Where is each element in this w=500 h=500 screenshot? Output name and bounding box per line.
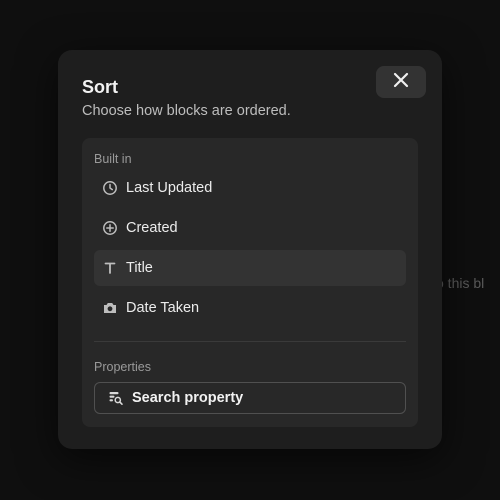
plus-circle-icon <box>102 220 118 236</box>
search-property-button[interactable]: Search property <box>94 382 406 414</box>
sort-option-created[interactable]: Created <box>94 210 406 246</box>
dialog-subtitle: Choose how blocks are ordered. <box>82 103 291 119</box>
camera-icon <box>102 300 118 316</box>
sort-option-date-taken[interactable]: Date Taken <box>94 290 406 326</box>
background-text: o this bl <box>436 275 485 291</box>
sort-option-title[interactable]: Title <box>94 250 406 286</box>
search-property-label: Search property <box>132 390 244 406</box>
properties-section-label: Properties <box>94 360 151 374</box>
clock-icon <box>102 180 118 196</box>
built-in-section-label: Built in <box>94 152 132 166</box>
search-property-icon <box>108 390 124 406</box>
sort-option-label: Date Taken <box>126 300 200 316</box>
sort-option-last-updated[interactable]: Last Updated <box>94 170 406 206</box>
text-t-icon <box>102 260 118 276</box>
sort-dialog: Sort Choose how blocks are ordered. Buil… <box>58 50 442 449</box>
sort-option-label: Title <box>126 260 153 276</box>
sort-option-label: Last Updated <box>126 180 213 196</box>
close-button[interactable] <box>376 66 426 98</box>
sort-options-panel: Built in Last Updated Created Title Date… <box>82 138 418 427</box>
close-icon <box>393 72 409 93</box>
dialog-title: Sort <box>82 77 118 97</box>
sort-option-label: Created <box>126 220 178 236</box>
section-divider <box>94 341 406 342</box>
